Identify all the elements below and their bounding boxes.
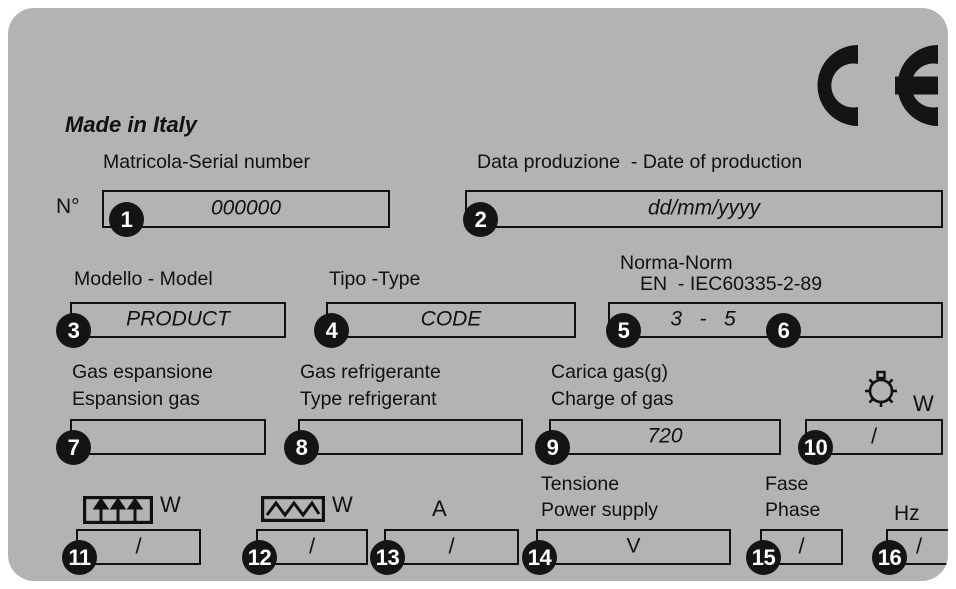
heater-zigzag-icon <box>261 496 325 527</box>
badge-8: 8 <box>284 430 319 465</box>
badge-16: 16 <box>872 540 907 575</box>
serial-prefix-label: N° <box>56 195 80 218</box>
lamp-icon <box>859 368 903 417</box>
badge-14: 14 <box>522 540 557 575</box>
field-1-label: Matricola-Serial number <box>103 151 310 173</box>
field-8-label-line2: Type refrigerant <box>300 388 437 410</box>
badge-2: 2 <box>463 202 498 237</box>
field-14-value: V <box>626 534 641 558</box>
field-14-label-line1: Tensione <box>541 473 620 495</box>
field-5-value: 3 - 5 <box>670 307 736 331</box>
field-4-value: CODE <box>420 307 482 331</box>
field-14-box[interactable]: V <box>536 529 731 565</box>
field-5-label-line2: EN - IEC60335-2-89 <box>640 273 823 295</box>
field-4-label: Tipo -Type <box>329 268 421 290</box>
field-3-value: PRODUCT <box>126 307 230 331</box>
badge-13: 13 <box>370 540 405 575</box>
badge-15: 15 <box>746 540 781 575</box>
field-2-value: dd/mm/yyyy <box>647 196 760 220</box>
field-7-label-line1: Gas espansione <box>72 361 213 383</box>
badge-6: 6 <box>766 313 801 348</box>
badge-5: 5 <box>606 313 641 348</box>
field-3-label: Modello - Model <box>74 268 213 290</box>
badge-10: 10 <box>798 430 833 465</box>
field-13-unit: A <box>432 496 447 521</box>
badge-3: 3 <box>56 313 91 348</box>
field-7-box[interactable] <box>70 419 266 455</box>
field-1-box[interactable]: 000000 <box>102 190 390 228</box>
field-12-unit: W <box>332 492 353 517</box>
field-16-unit: Hz <box>894 502 920 525</box>
field-7-label-line2: Espansion gas <box>72 388 200 410</box>
badge-9: 9 <box>535 430 570 465</box>
field-9-value: 720 <box>647 424 683 448</box>
field-11-unit: W <box>160 492 181 517</box>
field-4-box[interactable]: CODE <box>326 302 576 338</box>
field-15-label-line1: Fase <box>765 473 809 495</box>
field-8-label-line1: Gas refrigerante <box>300 361 441 383</box>
field-10-unit: W <box>913 391 934 416</box>
field-8-box[interactable] <box>298 419 523 455</box>
field-2-label: Data produzione - Date of production <box>477 151 803 173</box>
badge-12: 12 <box>242 540 277 575</box>
field-13-value: / <box>448 533 455 559</box>
badge-11: 11 <box>62 540 97 575</box>
badge-1: 1 <box>109 202 144 237</box>
field-9-box[interactable]: 720 <box>549 419 781 455</box>
field-5-label-line1: Norma-Norm <box>620 252 733 274</box>
fan-arrows-icon <box>83 496 154 529</box>
field-14-label-line2: Power supply <box>541 499 659 521</box>
field-2-box[interactable]: dd/mm/yyyy <box>465 190 943 228</box>
field-1-value: 000000 <box>210 196 282 220</box>
field-9-label-line1: Carica gas(g) <box>551 361 669 383</box>
made-in-italy-text: Made in Italy <box>65 112 198 137</box>
badge-4: 4 <box>314 313 349 348</box>
rating-plate: Made in Italy Matricola-Serial number N°… <box>8 8 948 581</box>
field-9-label-line2: Charge of gas <box>551 388 674 410</box>
badge-7: 7 <box>56 430 91 465</box>
ce-mark-icon <box>798 33 943 138</box>
field-3-box[interactable]: PRODUCT <box>70 302 286 338</box>
field-15-label-line2: Phase <box>765 499 821 521</box>
